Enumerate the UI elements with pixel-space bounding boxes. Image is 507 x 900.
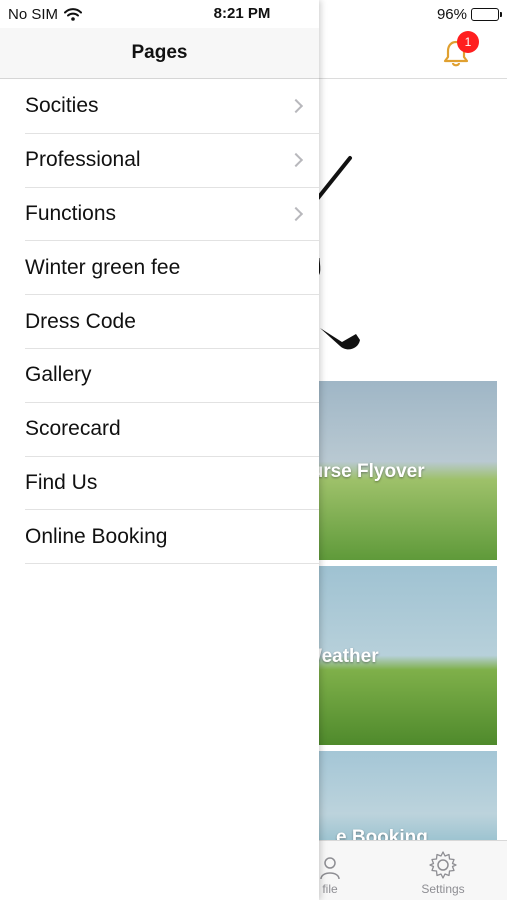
menu-item-professional[interactable]: Professional: [25, 134, 319, 188]
chevron-right-icon: [288, 153, 304, 168]
menu-item-label: Gallery: [25, 363, 92, 387]
drawer-header: Pages: [0, 28, 319, 79]
profile-icon: [320, 857, 340, 880]
menu-item-online-booking[interactable]: Online Booking: [25, 510, 319, 565]
menu-item-dress-code[interactable]: Dress Code: [25, 295, 319, 349]
tab-label: file: [322, 882, 338, 896]
menu-item-label: Functions: [25, 201, 117, 225]
menu-item-label: Winter green fee: [25, 255, 181, 279]
tile-weather[interactable]: Weather: [300, 566, 497, 745]
tile-booking[interactable]: e Booking: [300, 751, 497, 841]
menu-item-label: Professional: [25, 148, 141, 172]
tile-course-flyover[interactable]: ourse Flyover: [300, 381, 497, 560]
drawer-menu: Socities Professional Functions Winter g…: [0, 80, 319, 565]
menu-item-label: Scorecard: [25, 417, 121, 441]
menu-item-label: Online Booking: [25, 524, 168, 548]
chevron-right-icon: [288, 206, 304, 222]
side-drawer: No SIM 8:21 PM Pages Socities Profession…: [0, 0, 319, 900]
menu-item-gallery[interactable]: Gallery: [25, 349, 319, 403]
menu-item-scorecard[interactable]: Scorecard: [25, 403, 319, 457]
status-time: 8:21 PM: [213, 5, 271, 22]
menu-item-label: Dress Code: [25, 309, 136, 333]
menu-item-socities[interactable]: Socities: [25, 80, 319, 134]
chevron-right-icon: [288, 99, 304, 114]
menu-item-winter-green-fee[interactable]: Winter green fee: [25, 241, 319, 296]
tile-label: e Booking: [336, 827, 428, 841]
menu-item-label: Find Us: [25, 470, 98, 494]
menu-item-find-us[interactable]: Find Us: [25, 457, 319, 511]
menu-item-label: Socities: [25, 94, 99, 118]
drawer-title: Pages: [131, 42, 188, 63]
tab-settings[interactable]: Settings: [413, 850, 473, 896]
gear-icon: [429, 851, 457, 879]
menu-item-functions[interactable]: Functions: [25, 188, 319, 242]
notification-badge: 1: [457, 31, 479, 53]
tab-label: Settings: [421, 882, 465, 896]
